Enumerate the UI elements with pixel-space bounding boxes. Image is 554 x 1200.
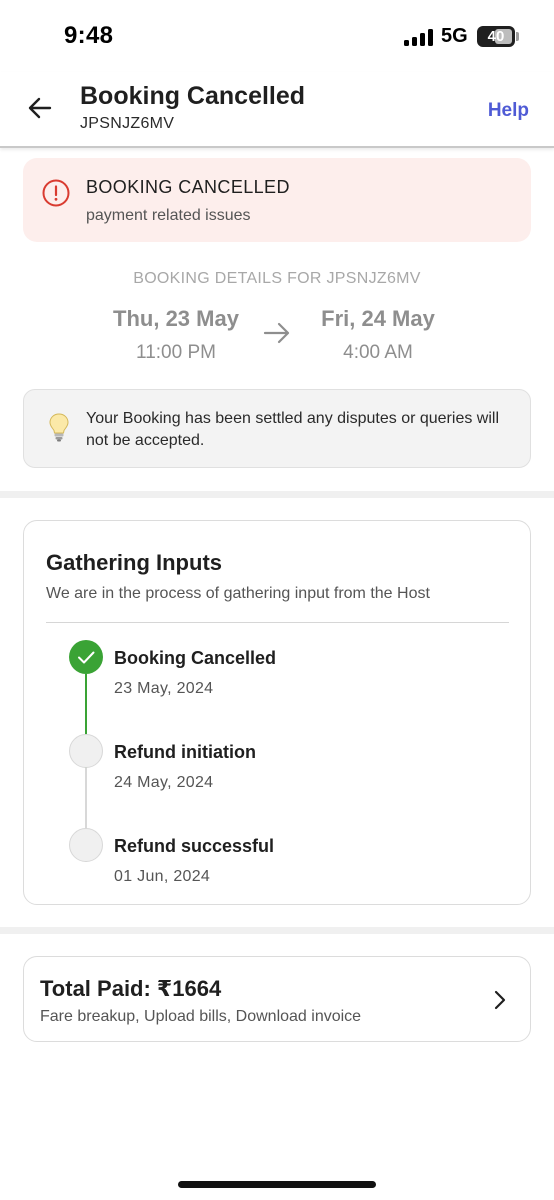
step-label: Refund successful (114, 836, 275, 856)
alert-title: BOOKING CANCELLED (86, 177, 290, 197)
check-icon (78, 651, 95, 664)
back-button[interactable] (24, 92, 56, 124)
step-label: Refund initiation (114, 742, 256, 762)
total-paid-card[interactable]: Total Paid: ₹1664 Fare breakup, Upload b… (23, 956, 531, 1042)
back-arrow-icon (28, 97, 52, 119)
battery-level: 40 (487, 28, 505, 45)
alert-reason: payment related issues (86, 207, 251, 224)
end-date: Fri, 24 May (321, 306, 435, 331)
step-date: 24 May, 2024 (114, 774, 214, 791)
help-link[interactable]: Help (488, 100, 529, 122)
total-options: Fare breakup, Upload bills, Download inv… (40, 1008, 362, 1025)
step-label: Booking Cancelled (114, 648, 277, 668)
section-divider (0, 491, 554, 498)
battery-tip (516, 32, 519, 41)
step-complete-icon (69, 640, 103, 674)
card-divider (46, 622, 509, 623)
cancellation-alert: BOOKING CANCELLED payment related issues (23, 158, 531, 242)
arrow-right-icon (263, 322, 290, 344)
page-title: Booking Cancelled (80, 82, 306, 110)
status-bar: 9:48 5G 40 (0, 0, 554, 72)
status-subtitle: We are in the process of gathering input… (46, 585, 430, 602)
section-divider (0, 927, 554, 934)
chevron-right-icon (494, 990, 506, 1010)
booking-id: JPSNJZ6MV (80, 115, 175, 132)
step-pending-icon (69, 828, 103, 862)
end-time: 4:00 AM (343, 342, 413, 363)
status-title: Gathering Inputs (46, 550, 222, 575)
network-type: 5G (441, 25, 468, 47)
total-paid: Total Paid: ₹1664 (40, 976, 222, 1001)
step-date: 01 Jun, 2024 (114, 868, 211, 885)
start-date: Thu, 23 May (113, 306, 239, 331)
notice-text: Your Booking has been settled any disput… (86, 410, 499, 449)
start-datetime: Thu, 23 May 11:00 PM (91, 306, 261, 364)
app-header: Booking Cancelled JPSNJZ6MV Help (0, 72, 554, 148)
exclamation-circle-icon (42, 179, 70, 207)
battery-icon: 40 (477, 26, 515, 47)
end-datetime: Fri, 24 May 4:00 AM (293, 306, 463, 364)
step-date: 23 May, 2024 (114, 680, 214, 697)
signal-icon (404, 28, 434, 46)
booking-details-label: BOOKING DETAILS FOR JPSNJZ6MV (133, 270, 421, 287)
home-indicator[interactable] (178, 1181, 376, 1188)
settlement-notice: Your Booking has been settled any disput… (23, 389, 531, 468)
status-time: 9:48 (64, 22, 114, 49)
refund-status-card: Gathering Inputs We are in the process o… (23, 520, 531, 905)
start-time: 11:00 PM (136, 342, 216, 363)
step-pending-icon (69, 734, 103, 768)
lightbulb-icon (49, 413, 69, 442)
